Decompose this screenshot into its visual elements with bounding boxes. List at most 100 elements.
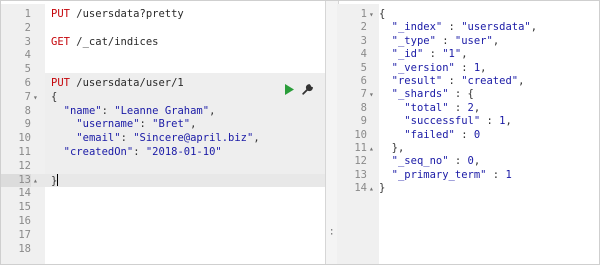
token-str: "user" bbox=[454, 34, 493, 47]
code-text: "_version" : 1, bbox=[379, 62, 487, 76]
line-number: 12 bbox=[354, 155, 367, 168]
response-line[interactable]: 8 "total" : 2, bbox=[337, 102, 599, 116]
request-line[interactable]: 13 ▴} bbox=[1, 173, 325, 188]
response-line[interactable]: 1 ▾ { bbox=[337, 8, 599, 22]
code-text: "_index" : "usersdata", bbox=[379, 21, 537, 35]
request-line[interactable]: 15 bbox=[1, 201, 325, 215]
token-punct bbox=[379, 115, 404, 127]
code-text: "_seq_no" : 0, bbox=[379, 155, 481, 169]
line-number: 6 bbox=[24, 77, 31, 89]
line-number: 18 bbox=[18, 242, 31, 255]
token-key: "name" bbox=[63, 104, 102, 117]
request-line[interactable]: 11 "createdOn": "2018-01-10" bbox=[1, 146, 325, 160]
line-number: 9 bbox=[360, 115, 367, 128]
code-text: "_type" : "user", bbox=[379, 34, 500, 49]
token-url: /_cat/indices bbox=[69, 35, 159, 48]
token-punct: , bbox=[492, 34, 500, 47]
token-num-v: 0 bbox=[473, 128, 481, 141]
token-punct: , bbox=[461, 48, 468, 61]
line-number: 10 bbox=[18, 132, 31, 145]
request-line[interactable]: 9 "username": "Bret", bbox=[1, 118, 325, 132]
token-punct bbox=[379, 75, 392, 87]
request-line[interactable]: 17 bbox=[1, 229, 325, 243]
line-number: 6 bbox=[360, 75, 367, 87]
response-line[interactable]: 7 ▾ "_shards" : { bbox=[337, 88, 599, 102]
response-line[interactable]: 2 "_index" : "usersdata", bbox=[337, 21, 599, 35]
token-punct bbox=[51, 132, 76, 144]
token-key: "_version" bbox=[391, 61, 455, 74]
fold-toggle-icon[interactable]: ▴ bbox=[369, 142, 374, 156]
token-str: "usersdata" bbox=[461, 21, 531, 34]
code-text: "total" : 2, bbox=[379, 102, 480, 116]
code-text: { bbox=[51, 91, 57, 105]
token-punct: : bbox=[435, 34, 455, 47]
token-kw: PUT bbox=[51, 8, 70, 20]
text-cursor bbox=[57, 173, 59, 186]
code-text: "_shards" : { bbox=[379, 88, 474, 102]
request-line[interactable]: 1 PUT /usersdata?pretty bbox=[1, 8, 325, 22]
response-line[interactable]: 14 ▴} bbox=[337, 182, 599, 196]
request-editor[interactable]: 1 PUT /usersdata?pretty 2 3 GET /_cat/indice… bbox=[1, 4, 325, 264]
request-line[interactable]: 10 "email": "Sincere@april.biz", bbox=[1, 132, 325, 146]
token-str: "Leanne Graham" bbox=[114, 104, 210, 117]
code-text: "_id" : "1", bbox=[379, 48, 468, 62]
wrench-icon[interactable] bbox=[302, 83, 313, 95]
token-punct: : bbox=[139, 118, 153, 131]
token-key: "createdOn" bbox=[63, 146, 134, 158]
request-line[interactable]: 8 "name": "Leanne Graham", bbox=[1, 105, 325, 119]
fold-toggle-icon[interactable]: ▾ bbox=[369, 88, 374, 102]
token-key: "email" bbox=[76, 132, 121, 145]
code-text: "createdOn": "2018-01-10" bbox=[51, 146, 222, 160]
token-punct: : bbox=[454, 128, 474, 141]
response-line[interactable]: 5 "_version" : 1, bbox=[337, 62, 599, 76]
line-number: 3 bbox=[24, 35, 31, 48]
fold-toggle-icon[interactable]: ▾ bbox=[33, 91, 38, 105]
response-line[interactable]: 13 "_primary_term" : 1 bbox=[337, 169, 599, 183]
line-number: 9 bbox=[24, 118, 31, 131]
request-line[interactable]: 2 bbox=[1, 22, 325, 36]
request-line[interactable]: 4 bbox=[1, 49, 325, 63]
code-text: "name": "Leanne Graham", bbox=[51, 104, 216, 119]
token-punct bbox=[379, 155, 392, 167]
token-punct bbox=[379, 102, 404, 114]
request-line[interactable]: 3 GET /_cat/indices bbox=[1, 36, 325, 50]
token-punct: { bbox=[51, 90, 58, 103]
token-punct bbox=[379, 35, 392, 47]
line-number: 11 bbox=[18, 146, 31, 158]
code-text: { bbox=[379, 8, 385, 22]
request-line[interactable]: 6 PUT /usersdata/user/1 bbox=[1, 77, 325, 91]
response-line[interactable]: 3 "_type" : "user", bbox=[337, 35, 599, 49]
line-number: 2 bbox=[24, 21, 31, 34]
fold-toggle-icon[interactable]: ▴ bbox=[369, 182, 374, 196]
line-number: 16 bbox=[18, 215, 31, 227]
play-icon[interactable] bbox=[285, 83, 294, 95]
token-punct: : bbox=[101, 104, 115, 117]
token-punct: }, bbox=[379, 142, 405, 154]
line-number: 3 bbox=[360, 34, 367, 47]
response-line[interactable]: 10 "failed" : 0 bbox=[337, 129, 599, 143]
code-text: "result" : "created", bbox=[379, 75, 525, 89]
response-line[interactable]: 4 "_id" : "1", bbox=[337, 48, 599, 62]
request-line[interactable]: 5 bbox=[1, 63, 325, 77]
code-text: }, bbox=[379, 142, 405, 156]
response-line[interactable]: 6 "result" : "created", bbox=[337, 75, 599, 89]
line-number: 5 bbox=[360, 61, 367, 74]
token-str: "Bret" bbox=[152, 118, 191, 131]
token-punct: , bbox=[530, 21, 538, 34]
request-line[interactable]: 18 bbox=[1, 243, 325, 257]
token-kw: GET bbox=[51, 35, 70, 48]
fold-toggle-icon[interactable]: ▴ bbox=[33, 174, 38, 188]
response-line[interactable]: 11 ▴ }, bbox=[337, 142, 599, 156]
response-line[interactable]: 9 "successful" : 1, bbox=[337, 115, 599, 129]
request-line[interactable]: 14 bbox=[1, 187, 325, 201]
request-line[interactable]: 12 bbox=[1, 160, 325, 174]
token-num-v: 1 bbox=[505, 168, 512, 181]
token-key: "failed" bbox=[404, 128, 455, 141]
request-line[interactable]: 7 ▾ { bbox=[1, 91, 325, 105]
response-line[interactable]: 12 "_seq_no" : 0, bbox=[337, 155, 599, 169]
request-line[interactable]: 16 bbox=[1, 215, 325, 229]
fold-toggle-icon[interactable]: ▾ bbox=[369, 8, 374, 22]
token-punct bbox=[379, 88, 392, 100]
token-key: "successful" bbox=[404, 115, 481, 128]
line-number: 7 bbox=[24, 90, 31, 103]
